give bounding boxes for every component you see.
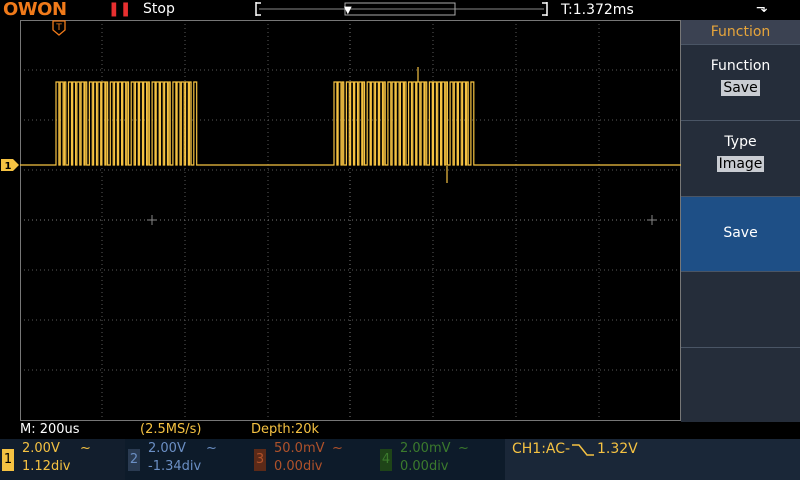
function-menu-panel: Function Function Save Type Image Save: [681, 20, 800, 422]
svg-text:T: T: [55, 23, 62, 33]
trigger-position-marker[interactable]: T: [52, 20, 66, 36]
channel-info-bar: 1 2.00V ~ 1.12div 2 2.00V ~ -1.34div 3 5…: [0, 439, 800, 480]
channel-2-badge: 2: [128, 449, 140, 471]
menu-item-value: Image: [716, 156, 765, 172]
trigger-source: CH1:AC-: [512, 441, 571, 457]
ch1-level-marker[interactable]: 1: [0, 158, 20, 172]
menu-item-label: Function: [710, 58, 771, 74]
channel-4-info[interactable]: 4 2.00mV ~ 0.00div: [378, 439, 503, 480]
channel-1-info[interactable]: 1 2.00V ~ 1.12div: [0, 439, 125, 480]
sample-rate: (2.5MS/s): [140, 422, 202, 437]
trigger-info[interactable]: CH1:AC- 1.32V: [505, 439, 800, 480]
channel-2-volts: 2.00V: [148, 441, 186, 456]
channel-2-offset: -1.34div: [148, 459, 202, 474]
channel-1-volts: 2.00V: [22, 441, 60, 456]
trigger-level: 1.32V: [597, 441, 638, 457]
channel-4-badge: 4: [380, 449, 392, 471]
menu-item-function[interactable]: Function Save: [681, 44, 800, 120]
channel-2-info[interactable]: 2 2.00V ~ -1.34div: [126, 439, 251, 480]
svg-text:1: 1: [5, 161, 12, 172]
channel-3-badge: 3: [254, 449, 266, 471]
menu-item-value: Save: [721, 80, 760, 96]
menu-item-label: Type: [724, 134, 757, 150]
top-bar: OWON ❚❚ Stop ▼ T:1.372ms ⬎: [0, 0, 800, 20]
menu-title: Function: [681, 20, 800, 44]
record-depth: Depth:20k: [251, 422, 320, 437]
channel-3-offset: 0.00div: [274, 459, 323, 474]
channel-2-coupling: ~: [206, 441, 217, 456]
channel-4-offset: 0.00div: [400, 459, 449, 474]
pause-icon[interactable]: ❚❚: [108, 1, 131, 17]
channel-4-volts: 2.00mV: [400, 441, 451, 456]
channel-4-coupling: ~: [458, 441, 469, 456]
channel-1-badge: 1: [2, 449, 14, 471]
channel-1-coupling: ~: [80, 441, 91, 456]
usb-icon: ⬎: [756, 0, 768, 16]
acquisition-status-bar: M: 200us (2.5MS/s) Depth:20k: [0, 421, 680, 439]
menu-item-type[interactable]: Type Image: [681, 120, 800, 196]
menu-item-empty-4[interactable]: [681, 271, 800, 347]
channel-3-coupling: ~: [332, 441, 343, 456]
memory-position-indicator[interactable]: ▼: [255, 2, 548, 16]
menu-item-empty-5[interactable]: [681, 347, 800, 422]
brand-logo: OWON: [3, 0, 67, 20]
waveform-display[interactable]: [20, 20, 681, 421]
channel-3-info[interactable]: 3 50.0mV ~ 0.00div: [252, 439, 377, 480]
menu-item-save[interactable]: Save: [681, 196, 800, 271]
run-state-label: Stop: [143, 1, 175, 17]
horizontal-scale: M: 200us: [20, 422, 80, 437]
falling-edge-icon: [572, 444, 594, 456]
channel-3-volts: 50.0mV: [274, 441, 325, 456]
trigger-time-readout: T:1.372ms: [561, 2, 634, 18]
svg-text:▼: ▼: [344, 5, 352, 16]
menu-item-label: Save: [723, 225, 758, 241]
channel-1-offset: 1.12div: [22, 459, 71, 474]
